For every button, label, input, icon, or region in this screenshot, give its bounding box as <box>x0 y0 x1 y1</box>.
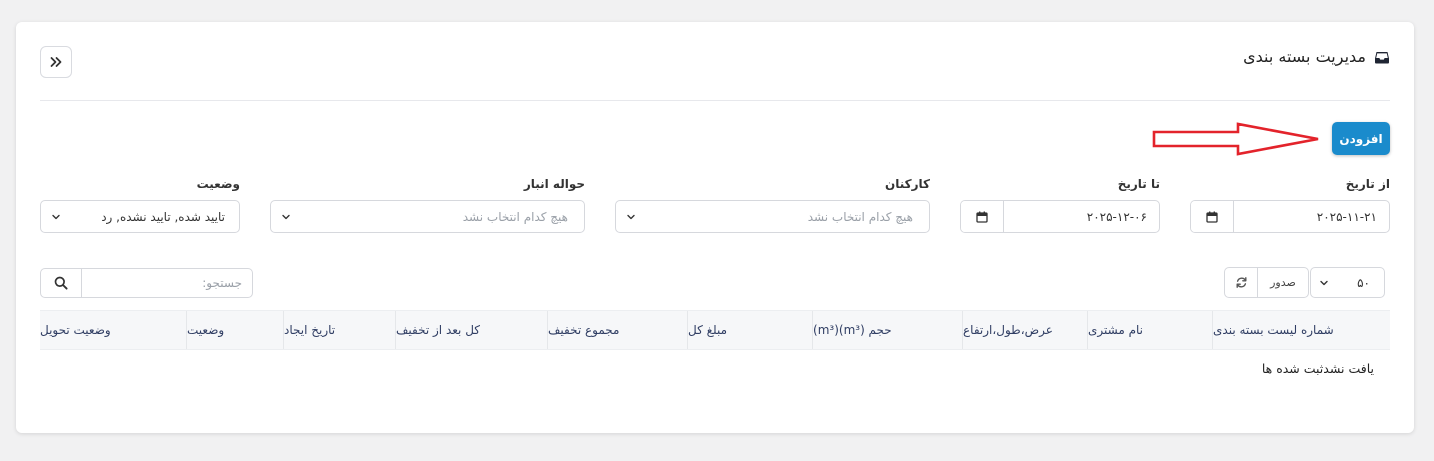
status-label: وضعیت <box>196 177 240 191</box>
column-header[interactable]: مجموع تخفیف <box>547 311 687 349</box>
packaging-card: مدیریت بسته بندی افزودن از تاریخ ۲۰۲۵-۱۱… <box>16 22 1414 433</box>
calendar-icon <box>1206 211 1218 223</box>
inbox-icon <box>1375 51 1389 63</box>
column-header[interactable]: تاریخ ایجاد <box>283 311 395 349</box>
employees-label: کارکنان <box>884 177 930 191</box>
column-header[interactable]: عرض،طول،ارتفاع <box>962 311 1087 349</box>
search-input[interactable] <box>82 269 252 297</box>
from-date-label: از تاریخ <box>1345 177 1390 191</box>
column-header[interactable]: شماره لیست بسته بندی <box>1212 311 1390 349</box>
status-value: تایید شده, تایید نشده, رد <box>101 209 225 224</box>
warehouse-placeholder: هیچ کدام انتخاب نشد <box>462 209 568 224</box>
to-date-field[interactable]: ۲۰۲۵-۱۲-۰۶ <box>960 200 1160 233</box>
red-arrow-annotation <box>1152 122 1319 156</box>
warehouse-label: حواله انبار <box>523 177 585 191</box>
empty-table-message: یافت نشدثبت شده ها <box>1261 361 1374 376</box>
column-header[interactable]: حجم (m³)(m³) <box>812 311 962 349</box>
add-button[interactable]: افزودن <box>1332 122 1390 155</box>
export-group: صدور <box>1224 267 1309 298</box>
column-header[interactable]: وضعیت تحویل <box>40 311 186 349</box>
search-button[interactable] <box>41 269 82 297</box>
status-select[interactable]: تایید شده, تایید نشده, رد <box>40 200 240 233</box>
to-date-value: ۲۰۲۵-۱۲-۰۶ <box>1086 209 1147 224</box>
to-date-calendar-button[interactable] <box>961 201 1004 232</box>
warehouse-select[interactable]: هیچ کدام انتخاب نشد <box>270 200 585 233</box>
table-header: شماره لیست بسته بندی نام مشتری عرض،طول،ا… <box>40 310 1390 350</box>
search-icon <box>54 276 68 290</box>
search-box <box>40 268 253 298</box>
export-button[interactable]: صدور <box>1258 268 1308 297</box>
collapse-toggle-button[interactable] <box>40 46 72 78</box>
page-size-select[interactable]: ۵۰ <box>1310 267 1385 298</box>
chevron-down-icon <box>282 214 290 219</box>
page-header: مدیریت بسته بندی <box>1243 47 1390 66</box>
column-header[interactable]: نام مشتری <box>1087 311 1212 349</box>
column-header[interactable]: مبلغ کل <box>687 311 812 349</box>
header-divider <box>40 100 1390 101</box>
to-date-label: تا تاریخ <box>1117 177 1160 191</box>
page-size-value: ۵۰ <box>1357 275 1370 290</box>
employees-select[interactable]: هیچ کدام انتخاب نشد <box>615 200 930 233</box>
from-date-value: ۲۰۲۵-۱۱-۲۱ <box>1316 209 1377 224</box>
refresh-button[interactable] <box>1225 268 1258 297</box>
chevron-down-icon <box>1320 280 1328 285</box>
employees-placeholder: هیچ کدام انتخاب نشد <box>807 209 913 224</box>
chevron-down-icon <box>52 214 60 219</box>
from-date-field[interactable]: ۲۰۲۵-۱۱-۲۱ <box>1190 200 1390 233</box>
from-date-calendar-button[interactable] <box>1191 201 1234 232</box>
refresh-icon <box>1236 277 1246 288</box>
calendar-icon <box>976 211 988 223</box>
chevron-down-icon <box>627 214 635 219</box>
column-header[interactable]: کل بعد از تخفیف <box>395 311 547 349</box>
column-header[interactable]: وضعیت <box>186 311 283 349</box>
double-chevron-right-icon <box>50 57 62 67</box>
page-title: مدیریت بسته بندی <box>1243 47 1366 66</box>
